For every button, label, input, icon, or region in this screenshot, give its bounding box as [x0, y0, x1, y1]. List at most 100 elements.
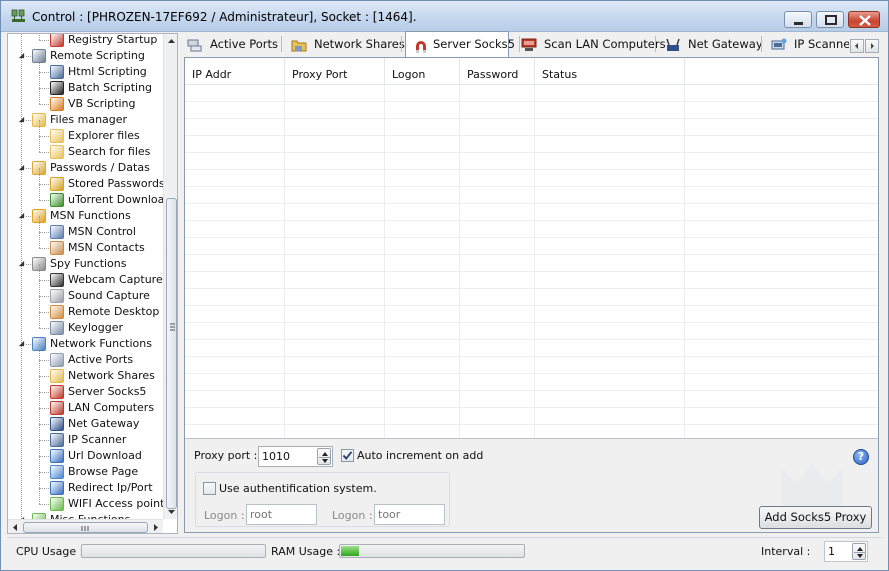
table-row[interactable]	[185, 170, 878, 187]
column-header-proxy-port[interactable]: Proxy Port	[285, 58, 385, 85]
interval-stepper[interactable]	[852, 543, 866, 560]
tab-network-shares[interactable]: Network Shares	[291, 33, 405, 55]
tab-net-gateway[interactable]: Net Gateway	[665, 33, 763, 55]
tree-item-label: Passwords / Datas	[50, 161, 150, 174]
column-header-ip-addr[interactable]: IP Addr	[185, 58, 285, 85]
tree-item-label: LAN Computers	[68, 401, 155, 414]
tree-item-label: Registry Startup	[68, 34, 158, 46]
maximize-button[interactable]	[816, 11, 844, 28]
tree-guide-line	[26, 56, 31, 57]
table-row[interactable]	[185, 204, 878, 221]
tree-horizontal-scroll-thumb[interactable]	[23, 522, 148, 533]
table-row[interactable]	[185, 85, 878, 102]
minimize-button[interactable]	[784, 11, 812, 28]
table-row[interactable]	[185, 374, 878, 391]
tab-scroll-left-button[interactable]	[850, 39, 864, 53]
interval-spinner[interactable]: 1	[824, 541, 868, 562]
tree-vertical-scrollbar[interactable]	[163, 34, 178, 519]
auto-increment-checkbox[interactable]	[341, 449, 354, 462]
tree-horizontal-scrollbar[interactable]	[8, 519, 163, 534]
tab-ip-scanner[interactable]: IP Scanner	[771, 33, 849, 55]
expand-collapse-icon[interactable]	[18, 116, 25, 123]
checkmark-icon	[342, 451, 353, 460]
table-row[interactable]	[185, 119, 878, 136]
close-button[interactable]	[848, 11, 880, 28]
expand-collapse-icon[interactable]	[18, 52, 25, 59]
socks5-proxy-list[interactable]: IP Addr Proxy Port Logon Password Status	[185, 58, 878, 438]
title-bar[interactable]: Control : [PHROZEN-17EF692 / Administrat…	[1, 1, 888, 32]
table-row[interactable]	[185, 102, 878, 119]
use-authentication-checkbox[interactable]	[203, 482, 216, 495]
logon-input[interactable]: root	[246, 504, 317, 525]
table-row[interactable]	[185, 391, 878, 408]
table-row[interactable]	[185, 187, 878, 204]
column-header-status[interactable]: Status	[535, 58, 685, 85]
shares-icon	[291, 37, 307, 52]
column-header-password[interactable]: Password	[460, 58, 535, 85]
table-row[interactable]	[185, 323, 878, 340]
table-row[interactable]	[185, 136, 878, 153]
expand-collapse-icon[interactable]	[18, 212, 25, 219]
tree-guide-line	[39, 34, 40, 40]
tree-item-label: Redirect Ip/Port	[68, 481, 153, 494]
expand-collapse-icon[interactable]	[18, 260, 25, 267]
table-row[interactable]	[185, 289, 878, 306]
scroll-left-icon[interactable]	[8, 520, 23, 534]
scroll-right-icon[interactable]	[148, 520, 163, 534]
table-row[interactable]	[185, 306, 878, 323]
lan-icon	[50, 401, 64, 415]
webcam-icon	[50, 273, 64, 287]
tree-guide-line	[39, 168, 40, 184]
interval-value[interactable]: 1	[828, 545, 835, 558]
tree-item-label: uTorrent Downloads	[68, 193, 163, 206]
tree-guide-line	[39, 152, 49, 153]
cpu-usage-bar	[81, 544, 266, 558]
tree-guide-line	[39, 264, 40, 280]
tab-active-ports[interactable]: Active Ports	[187, 33, 278, 55]
scroll-down-icon[interactable]	[164, 504, 178, 519]
table-row[interactable]	[185, 153, 878, 170]
tree-guide-line	[39, 408, 49, 409]
tab-scan-lan-computers[interactable]: Scan LAN Computers	[521, 33, 666, 55]
scroll-up-icon[interactable]	[164, 34, 178, 49]
keylogger-icon	[50, 321, 64, 335]
tree-vertical-scroll-thumb[interactable]	[166, 198, 177, 509]
proxy-port-value[interactable]: 1010	[262, 450, 290, 463]
tree-guide-line	[39, 328, 49, 329]
chevron-left-icon	[855, 43, 858, 49]
utorrent-icon	[50, 193, 64, 207]
lock-icon	[50, 177, 64, 191]
table-row[interactable]	[185, 425, 878, 438]
help-icon[interactable]: ?	[853, 449, 869, 465]
batch-icon	[50, 81, 64, 95]
tab-server-socks5[interactable]: Server Socks5	[405, 31, 515, 57]
table-row[interactable]	[185, 221, 878, 238]
functions-tree[interactable]: Registry Startup Remote Scripting Html Scr…	[7, 33, 178, 534]
table-row[interactable]	[185, 408, 878, 425]
microphone-icon	[50, 289, 64, 303]
table-row[interactable]	[185, 272, 878, 289]
column-header-logon[interactable]: Logon	[385, 58, 460, 85]
table-row[interactable]	[185, 357, 878, 374]
tree-item-label: MSN Contacts	[68, 241, 145, 254]
proxy-port-spinner[interactable]: 1010	[258, 446, 333, 467]
search-folder-icon	[50, 145, 64, 159]
main-window: Control : [PHROZEN-17EF692 / Administrat…	[0, 0, 889, 571]
vb-script-icon	[50, 97, 64, 111]
ram-usage-fill	[341, 546, 359, 556]
add-socks5-proxy-button[interactable]: Add Socks5 Proxy	[759, 506, 872, 529]
expand-collapse-icon[interactable]	[18, 164, 25, 171]
tree-guide-line	[39, 120, 40, 136]
tree-item-label: Files manager	[50, 113, 128, 126]
table-row[interactable]	[185, 238, 878, 255]
expand-collapse-icon[interactable]	[18, 340, 25, 347]
scanner-icon	[771, 37, 787, 51]
tree-guide-line	[39, 88, 49, 89]
tree-guide-line	[26, 168, 31, 169]
tab-scroll-right-button[interactable]	[865, 39, 879, 53]
proxy-port-stepper[interactable]	[317, 448, 331, 465]
table-row[interactable]	[185, 255, 878, 272]
table-row[interactable]	[185, 340, 878, 357]
tree-guide-line	[39, 360, 40, 376]
password-input[interactable]: toor	[374, 504, 445, 525]
